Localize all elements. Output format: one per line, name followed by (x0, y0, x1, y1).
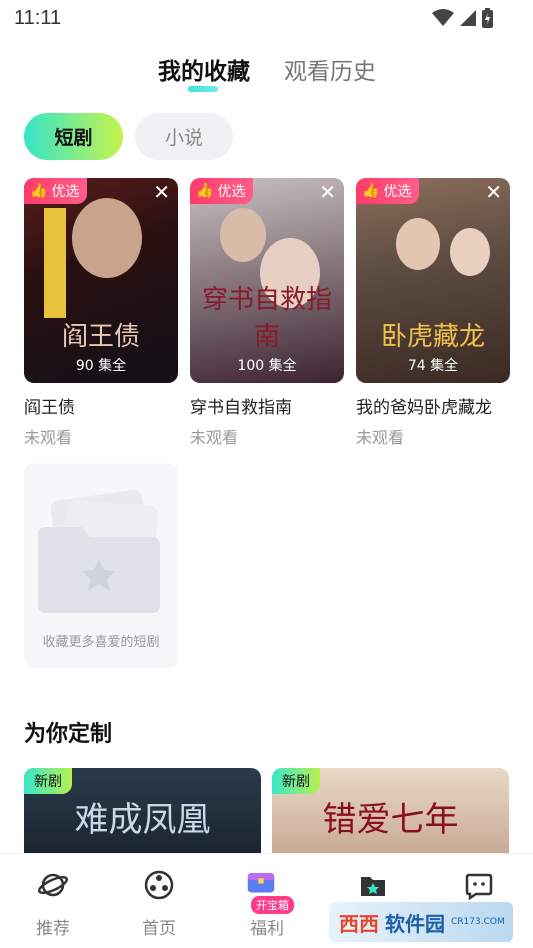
poster-figure (220, 208, 266, 262)
watermark-name: 软件园 (385, 911, 445, 936)
status-bar: 11:11 (0, 0, 533, 36)
watermark-url: CR173.COM (451, 917, 505, 927)
nav-home[interactable]: 首页 (114, 854, 204, 948)
status-time: 11:11 (14, 7, 62, 29)
favorite-card[interactable]: 卧虎藏龙 👍 优选 ✕ 74 集全 我的爸妈卧虎藏龙 未观看 (356, 178, 510, 448)
recommendation-poster-art: 难成凤凰 (74, 800, 211, 840)
poster-figure (396, 218, 440, 270)
favorites-grid: 阎王债 👍 优选 ✕ 90 集全 阎王债 未观看 穿书自救指南 👍 优选 ✕ 100… (24, 178, 510, 448)
thumbs-up-icon: 👍 (30, 183, 48, 199)
drama-title[interactable]: 我的爸妈卧虎藏龙 (356, 393, 510, 418)
new-badge: 新剧 (24, 768, 72, 794)
header-tabs: 我的收藏 观看历史 (0, 50, 533, 100)
status-icons (432, 8, 493, 28)
remove-favorite-button[interactable]: ✕ (153, 182, 170, 202)
watch-status: 未观看 (356, 428, 405, 447)
thumbs-up-icon: 👍 (196, 183, 214, 199)
folder-star-icon (38, 489, 160, 613)
poster-talisman (44, 208, 66, 318)
drama-title[interactable]: 穿书自救指南 (190, 393, 344, 418)
poster-title-art: 穿书自救指南 (201, 285, 332, 352)
add-more-placeholder[interactable]: 收藏更多喜爱的短剧 (24, 463, 178, 668)
folder-star-icon (361, 877, 385, 896)
poster-image[interactable]: 卧虎藏龙 👍 优选 ✕ 74 集全 (356, 178, 510, 383)
nav-label: 福利 (250, 919, 284, 939)
category-filter: 短剧 小说 (24, 113, 233, 160)
nav-rewards[interactable]: 开宝箱 福利 (222, 854, 312, 948)
placeholder-text: 收藏更多喜爱的短剧 (42, 635, 160, 650)
poster-image[interactable]: 阎王债 👍 优选 ✕ 90 集全 (24, 178, 178, 383)
nav-label: 首页 (142, 919, 176, 939)
tab-history[interactable]: 观看历史 (284, 52, 376, 86)
new-badge: 新剧 (272, 768, 320, 794)
recommendation-card[interactable]: 难成凤凰 新剧 (24, 768, 261, 858)
episode-count: 100 集全 (237, 358, 297, 374)
active-tab-indicator (188, 86, 218, 92)
nav-label: 推荐 (36, 919, 70, 939)
remove-favorite-button[interactable]: ✕ (485, 182, 502, 202)
thumbs-up-icon: 👍 (362, 183, 380, 199)
remove-favorite-button[interactable]: ✕ (319, 182, 336, 202)
recommendation-poster-art: 错爱七年 (322, 800, 459, 840)
cell-signal-icon (460, 10, 476, 26)
featured-badge: 👍 优选 (190, 178, 254, 204)
open-chest-tag: 开宝箱 (251, 896, 294, 914)
poster-title-art: 卧虎藏龙 (380, 322, 485, 352)
film-reel-icon (144, 870, 174, 900)
battery-icon (482, 8, 493, 28)
poster-figure (72, 198, 142, 278)
watch-status: 未观看 (190, 428, 239, 447)
poster-figure (450, 228, 490, 276)
poster-title-art: 阎王债 (61, 322, 140, 352)
watch-status: 未观看 (24, 428, 73, 447)
nav-recommend[interactable]: 推荐 (8, 854, 98, 948)
tab-favorites[interactable]: 我的收藏 (158, 52, 250, 86)
episode-count: 74 集全 (407, 358, 459, 374)
watermark-logo: 西西 (339, 911, 379, 936)
favorite-card[interactable]: 穿书自救指南 👍 优选 ✕ 100 集全 穿书自救指南 未观看 (190, 178, 344, 448)
treasure-chest-icon (247, 873, 275, 893)
episode-count: 90 集全 (75, 358, 127, 374)
filter-short-drama[interactable]: 短剧 (24, 113, 123, 160)
planet-icon (38, 873, 68, 897)
section-title: 为你定制 (24, 722, 113, 747)
featured-badge: 👍 优选 (24, 178, 88, 204)
poster-image[interactable]: 穿书自救指南 👍 优选 ✕ 100 集全 (190, 178, 344, 383)
featured-badge: 👍 优选 (356, 178, 420, 204)
site-watermark: 西西 软件园 CR173.COM (329, 902, 513, 942)
profile-icon (465, 873, 493, 900)
recommendation-card[interactable]: 错爱七年 新剧 (272, 768, 509, 858)
filter-novel[interactable]: 小说 (135, 113, 233, 160)
drama-title[interactable]: 阎王债 (24, 393, 178, 418)
favorite-card[interactable]: 阎王债 👍 优选 ✕ 90 集全 阎王债 未观看 (24, 178, 178, 448)
wifi-icon (432, 9, 454, 26)
